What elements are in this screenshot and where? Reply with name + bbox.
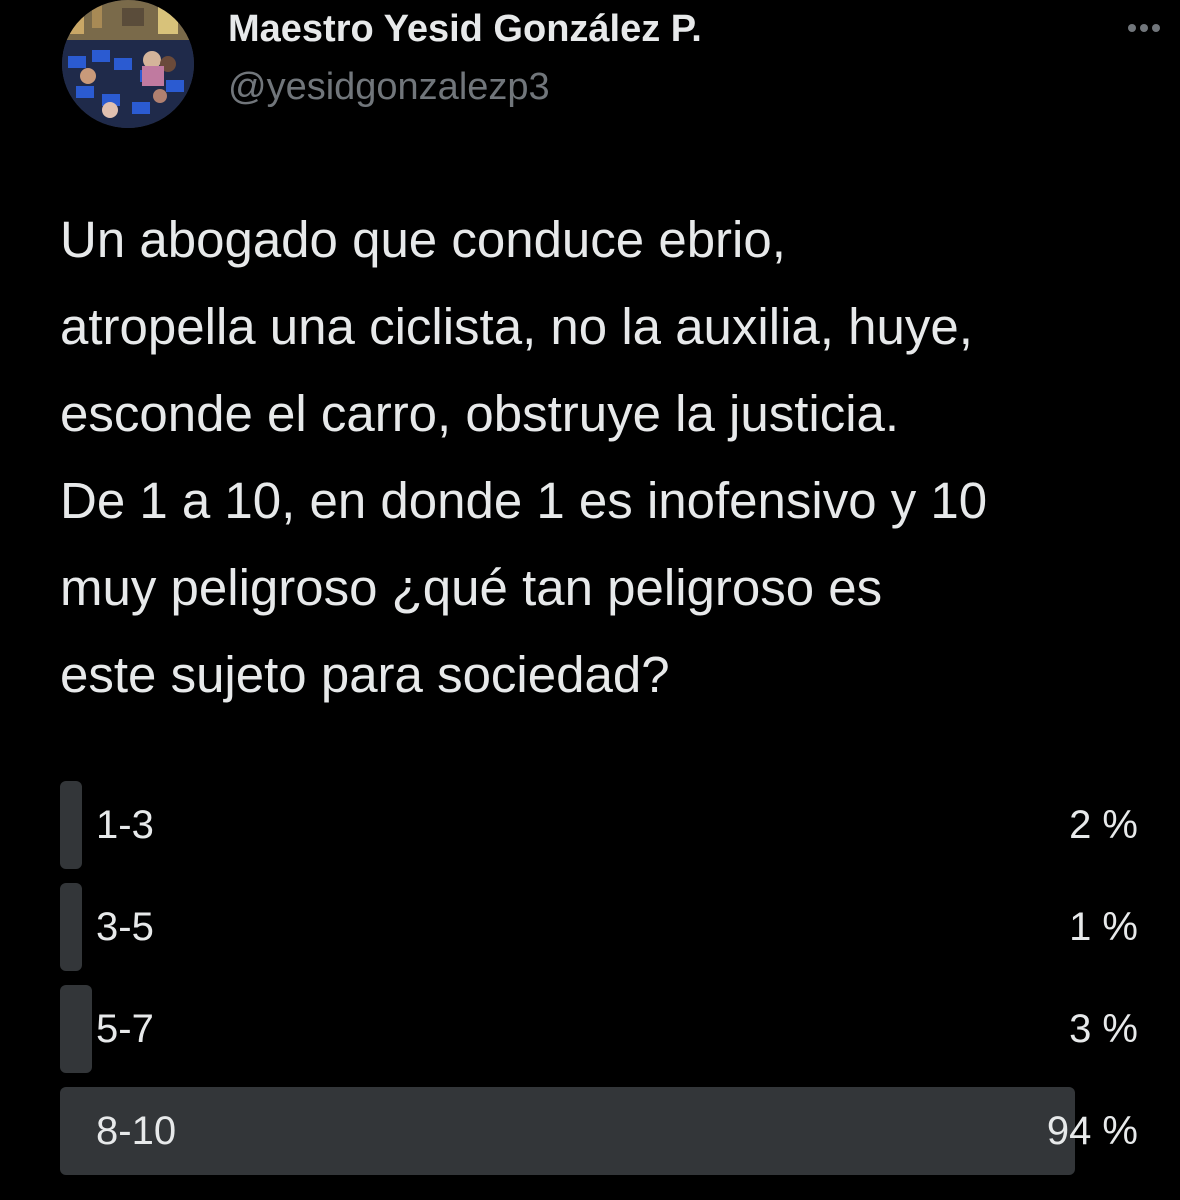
poll-option[interactable]: 1-3 2 % (60, 781, 1140, 869)
tweet-text: Un abogado que conduce ebrio, atropella … (60, 211, 988, 703)
author-avatar[interactable] (62, 0, 194, 128)
poll-option-percent: 3 % (1069, 1007, 1138, 1051)
poll: 1-3 2 % 3-5 1 % 5-7 3 % 8-10 94 % (60, 781, 1140, 1189)
author-handle[interactable]: @yesidgonzalezp3 (228, 66, 550, 109)
author-display-name[interactable]: Maestro Yesid González P. (228, 8, 702, 51)
poll-result-bar (60, 1087, 1075, 1175)
poll-option-label: 8-10 (96, 1109, 177, 1153)
poll-option-label: 1-3 (96, 803, 154, 847)
poll-option[interactable]: 5-7 3 % (60, 985, 1140, 1073)
more-horizontal-icon (1128, 24, 1160, 32)
poll-option-percent: 2 % (1069, 803, 1138, 847)
poll-result-bar (60, 985, 92, 1073)
poll-option-percent: 94 % (1046, 1109, 1138, 1153)
avatar-photo (62, 0, 194, 128)
more-options-button[interactable] (1120, 8, 1168, 48)
poll-option-label: 5-7 (96, 1007, 154, 1051)
poll-option-percent: 1 % (1069, 905, 1138, 949)
poll-option[interactable]: 3-5 1 % (60, 883, 1140, 971)
poll-result-bar (60, 883, 82, 971)
poll-option-winner[interactable]: 8-10 94 % (60, 1087, 1140, 1175)
poll-option-label: 3-5 (96, 905, 154, 949)
poll-result-bar (60, 781, 82, 869)
